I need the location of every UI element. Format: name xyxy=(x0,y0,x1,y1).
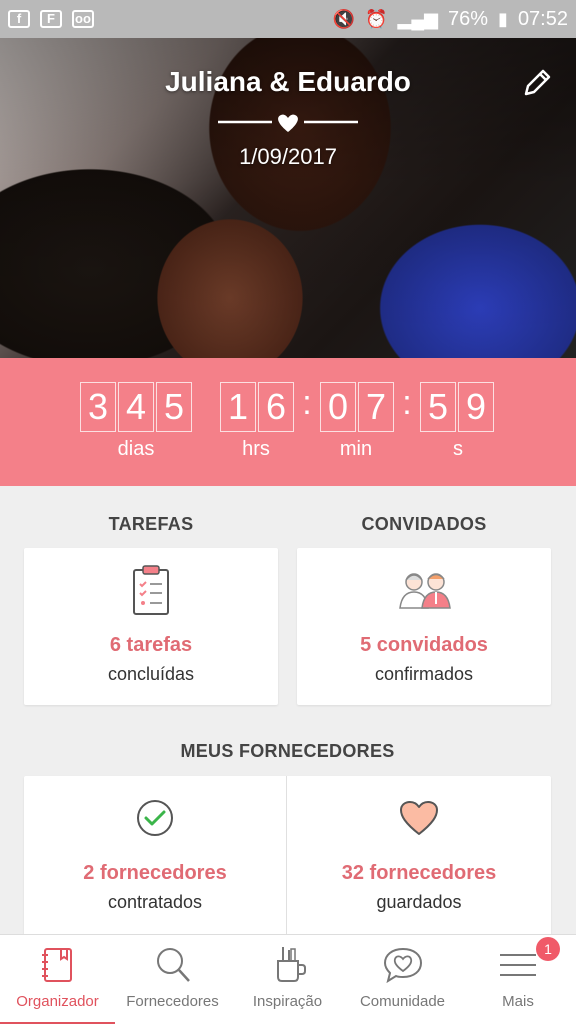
heart-icon xyxy=(400,801,438,835)
nav-mais[interactable]: 1 Mais xyxy=(460,935,576,1024)
edit-icon[interactable] xyxy=(520,66,554,100)
hired-vendors-status: contratados xyxy=(107,892,203,912)
menu-icon xyxy=(500,954,536,976)
alarm-icon: ⏰ xyxy=(365,8,388,29)
battery-icon: ▮ xyxy=(498,8,508,29)
countdown-digit: 9 xyxy=(458,382,494,432)
clock: 07:52 xyxy=(517,7,568,30)
search-icon xyxy=(156,948,190,982)
countdown-digit: 5 xyxy=(420,382,456,432)
nav-fornecedores[interactable]: Fornecedores xyxy=(115,935,230,1024)
countdown-digit: 7 xyxy=(358,382,394,432)
wedding-date: 1/09/2017 xyxy=(239,144,337,169)
tasks-heading: TAREFAS xyxy=(108,514,194,534)
countdown-digit: 0 xyxy=(320,382,356,432)
guests-status: confirmados xyxy=(374,664,474,684)
notification-badge: 1 xyxy=(536,937,560,961)
status-left: f F oo xyxy=(8,10,94,28)
battery-level: 76% xyxy=(448,7,489,30)
tasks-count: 6 tarefas xyxy=(109,634,193,656)
voicemail-icon: oo xyxy=(72,10,94,28)
clipboard-icon xyxy=(133,565,169,615)
guests-count: 5 convidados xyxy=(360,634,488,656)
status-right: 🔇 ⏰ ▂▄▆ 76% ▮ 07:52 xyxy=(333,8,568,31)
hired-vendors-count: 2 fornecedores xyxy=(83,862,227,884)
saved-vendors[interactable]: 32 fornecedores guardados xyxy=(287,776,551,936)
signal-icon: ▂▄▆ xyxy=(397,8,438,29)
couple-photo: Juliana & Eduardo 1/09/2017 xyxy=(0,38,576,358)
tasks-status: concluídas xyxy=(107,664,195,684)
guests-heading: CONVIDADOS xyxy=(361,514,487,534)
countdown-digit: 3 xyxy=(80,382,116,432)
bottom-navigation: Organizador Fornecedores Inspiração Comu… xyxy=(0,934,576,1024)
countdown-minutes-label: min xyxy=(339,438,373,460)
countdown-panel: 3 4 5 1 6 : 0 7 : 5 9 dias hrs min s xyxy=(0,358,576,486)
heart-divider-icon xyxy=(218,114,358,132)
tasks-card[interactable]: 6 tarefas concluídas xyxy=(24,548,278,705)
nav-label: Fornecedores xyxy=(126,993,219,1010)
check-circle-icon xyxy=(137,800,173,836)
countdown-digit: 6 xyxy=(258,382,294,432)
guests-card[interactable]: 5 convidados confirmados xyxy=(297,548,551,705)
status-bar: f F oo 🔇 ⏰ ▂▄▆ 76% ▮ 07:52 xyxy=(0,0,576,38)
nav-comunidade[interactable]: Comunidade xyxy=(345,935,460,1024)
countdown-separator: : xyxy=(402,384,412,422)
flipboard-icon: F xyxy=(40,10,62,28)
countdown-digit: 1 xyxy=(220,382,256,432)
couple-names: Juliana & Eduardo xyxy=(165,66,411,97)
nav-label: Organizador xyxy=(16,993,99,1010)
nav-organizador[interactable]: Organizador xyxy=(0,935,115,1024)
inspiration-icon xyxy=(276,947,306,982)
mute-icon: 🔇 xyxy=(332,8,356,29)
vendors-card: 2 fornecedores contratados 32 fornecedor… xyxy=(24,776,551,936)
hired-vendors[interactable]: 2 fornecedores contratados xyxy=(24,776,286,936)
guests-icon xyxy=(399,573,451,609)
nav-label: Comunidade xyxy=(359,993,446,1010)
countdown-days-label: dias xyxy=(117,438,155,460)
nav-inspiracao[interactable]: Inspiração xyxy=(230,935,345,1024)
vendors-heading: MEUS FORNECEDORES xyxy=(180,741,395,761)
countdown-seconds-label: s xyxy=(453,438,463,460)
countdown-digit: 4 xyxy=(118,382,154,432)
facebook-icon: f xyxy=(8,10,30,28)
nav-label: Inspiração xyxy=(252,993,323,1010)
countdown-hours-label: hrs xyxy=(242,438,270,460)
countdown-digit: 5 xyxy=(156,382,192,432)
planner-icon xyxy=(41,948,72,982)
saved-vendors-status: guardados xyxy=(376,892,462,912)
community-icon xyxy=(383,947,422,984)
countdown-separator: : xyxy=(302,384,312,422)
saved-vendors-count: 32 fornecedores xyxy=(341,862,497,884)
nav-label: Mais xyxy=(502,993,534,1010)
